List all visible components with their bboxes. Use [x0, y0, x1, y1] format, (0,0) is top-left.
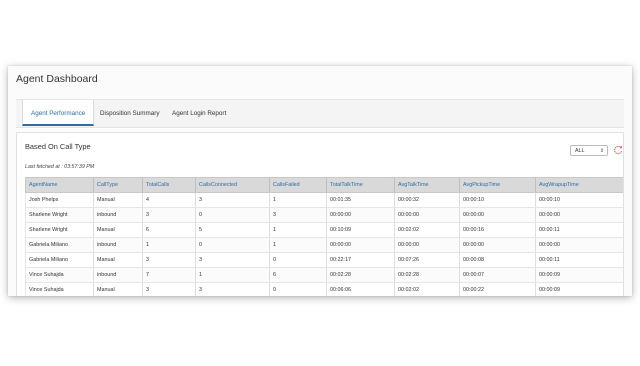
cell-calls-failed: 6: [269, 267, 327, 283]
cell-call-type: inbound: [93, 207, 143, 223]
refresh-icon[interactable]: [613, 145, 623, 155]
cell-calls-failed: 1: [269, 237, 327, 253]
cell-total-calls: 7: [142, 267, 196, 283]
table-row: Vince Suhajda inbound 7 1 6 00:02:28 00:…: [25, 267, 623, 283]
cell-avg-talk-time: 00:02:02: [394, 222, 460, 238]
cell-avg-talk-time: 00:02:02: [394, 282, 460, 296]
cell-total-talk-time: 00:06:06: [326, 282, 395, 296]
cell-total-talk-time: 00:10:09: [326, 222, 395, 238]
section-title: Based On Call Type: [25, 142, 91, 151]
table-row: Josh Phelps Manual 4 3 1 00:01:35 00:00:…: [25, 192, 623, 208]
cell-total-calls: 3: [142, 252, 196, 268]
cell-agent-name: Sharlene Wright: [25, 222, 94, 238]
cell-call-type: Manual: [93, 222, 143, 238]
agent-performance-table: AgentName CallType TotalCalls CallsConne…: [25, 177, 623, 296]
cell-avg-wrapup-time: 00:00:00: [535, 237, 623, 253]
column-header-calls-connected[interactable]: CallsConnected: [195, 177, 270, 193]
column-header-avg-pickup-time[interactable]: AvgPickupTime: [459, 177, 536, 193]
column-header-total-talk-time[interactable]: TotalTalkTime: [326, 177, 395, 193]
cell-avg-pickup-time: 00:00:00: [459, 207, 536, 223]
cell-calls-connected: 5: [195, 222, 270, 238]
table-row: Sharlene Wright Manual 6 5 1 00:10:09 00…: [25, 222, 623, 238]
cell-calls-failed: 0: [269, 252, 327, 268]
table-row: Vince Suhajda Manual 3 3 0 00:06:06 00:0…: [25, 282, 623, 296]
table-row: Sharlene Wright inbound 3 0 3 00:00:00 0…: [25, 207, 623, 223]
cell-call-type: inbound: [93, 267, 143, 283]
cell-call-type: Manual: [93, 252, 143, 268]
cell-call-type: Manual: [93, 282, 143, 296]
cell-total-calls: 6: [142, 222, 196, 238]
column-header-avg-talk-time[interactable]: AvgTalkTime: [394, 177, 460, 193]
tab-agent-login-report[interactable]: Agent Login Report: [164, 100, 234, 127]
cell-calls-connected: 1: [195, 267, 270, 283]
cell-avg-talk-time: 00:07:26: [394, 252, 460, 268]
table-row: Gabriela Miliano Manual 3 3 0 00:22:17 0…: [25, 252, 623, 268]
cell-calls-failed: 0: [269, 282, 327, 296]
column-header-avg-wrapup-time[interactable]: AvgWrapupTime: [535, 177, 623, 193]
cell-call-type: Manual: [93, 192, 143, 208]
tab-bar: Agent Performance Disposition Summary Ag…: [16, 99, 624, 128]
cell-avg-talk-time: 00:02:28: [394, 267, 460, 283]
cell-total-calls: 3: [142, 207, 196, 223]
cell-avg-talk-time: 00:00:00: [394, 207, 460, 223]
agent-performance-panel: Based On Call Type ALL ⇕ Last fetched at…: [16, 132, 624, 296]
cell-calls-failed: 1: [269, 192, 327, 208]
cell-agent-name: Sharlene Wright: [25, 207, 94, 223]
cell-avg-pickup-time: 00:00:08: [459, 252, 536, 268]
cell-avg-wrapup-time: 00:00:11: [535, 252, 623, 268]
cell-avg-wrapup-time: 00:00:10: [535, 192, 623, 208]
cell-total-talk-time: 00:02:28: [326, 267, 395, 283]
cell-agent-name: Vince Suhajda: [25, 282, 94, 296]
page-title: Agent Dashboard: [16, 73, 98, 85]
cell-calls-connected: 0: [195, 237, 270, 253]
cell-agent-name: Josh Phelps: [25, 192, 94, 208]
cell-agent-name: Vince Suhajda: [25, 267, 94, 283]
cell-agent-name: Gabriela Miliano: [25, 252, 94, 268]
tab-disposition-summary[interactable]: Disposition Summary: [92, 100, 168, 127]
column-header-total-calls[interactable]: TotalCalls: [142, 177, 196, 193]
cell-total-calls: 1: [142, 237, 196, 253]
cell-avg-pickup-time: 00:00:22: [459, 282, 536, 296]
dashboard-window: Agent Dashboard Agent Performance Dispos…: [8, 66, 632, 296]
cell-total-talk-time: 00:22:17: [326, 252, 395, 268]
cell-avg-pickup-time: 00:00:10: [459, 192, 536, 208]
tab-agent-performance[interactable]: Agent Performance: [22, 100, 95, 126]
cell-calls-connected: 0: [195, 207, 270, 223]
cell-avg-talk-time: 00:00:00: [394, 237, 460, 253]
cell-avg-wrapup-time: 00:00:00: [535, 207, 623, 223]
cell-total-calls: 3: [142, 282, 196, 296]
table-row: Gabriela Miliano inbound 1 0 1 00:00:00 …: [25, 237, 623, 253]
column-header-calls-failed[interactable]: CallsFailed: [269, 177, 327, 193]
cell-avg-talk-time: 00:00:32: [394, 192, 460, 208]
cell-avg-pickup-time: 00:00:07: [459, 267, 536, 283]
cell-avg-pickup-time: 00:00:16: [459, 222, 536, 238]
cell-calls-failed: 1: [269, 222, 327, 238]
cell-total-talk-time: 00:00:00: [326, 237, 395, 253]
cell-calls-connected: 3: [195, 252, 270, 268]
cell-calls-failed: 3: [269, 207, 327, 223]
table-header-row: AgentName CallType TotalCalls CallsConne…: [25, 177, 623, 193]
cell-agent-name: Gabriela Miliano: [25, 237, 94, 253]
cell-calls-connected: 3: [195, 192, 270, 208]
last-fetched-text: Last fetched at : 03:57:39 PM: [25, 164, 95, 170]
cell-call-type: inbound: [93, 237, 143, 253]
cell-avg-wrapup-time: 00:00:09: [535, 282, 623, 296]
cell-avg-wrapup-time: 00:00:11: [535, 222, 623, 238]
call-type-filter-select[interactable]: ALL ⇕: [570, 145, 608, 156]
cell-total-calls: 4: [142, 192, 196, 208]
call-type-filter-value: ALL: [575, 148, 585, 154]
cell-total-talk-time: 00:00:00: [326, 207, 395, 223]
column-header-call-type[interactable]: CallType: [93, 177, 143, 193]
cell-avg-pickup-time: 00:00:00: [459, 237, 536, 253]
cell-calls-connected: 3: [195, 282, 270, 296]
column-header-agent-name[interactable]: AgentName: [25, 177, 94, 193]
select-arrows-icon: ⇕: [599, 148, 604, 154]
cell-total-talk-time: 00:01:35: [326, 192, 395, 208]
cell-avg-wrapup-time: 00:00:09: [535, 267, 623, 283]
